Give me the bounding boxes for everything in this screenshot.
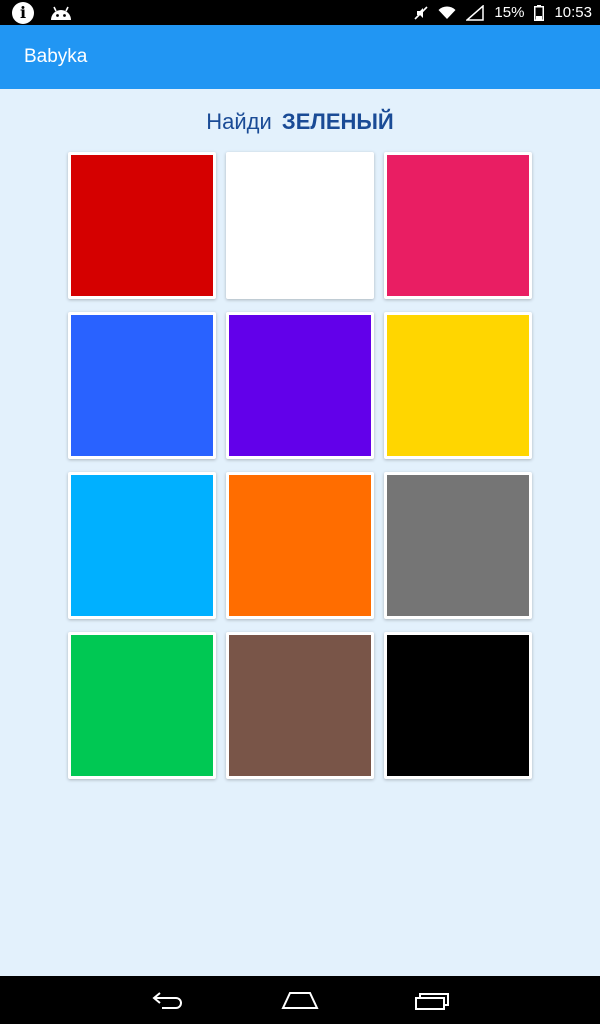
wifi-icon xyxy=(438,5,456,19)
recents-button[interactable] xyxy=(412,986,452,1014)
color-tile-pink[interactable] xyxy=(384,152,532,299)
color-swatch-grey xyxy=(387,475,529,616)
color-tile-grey[interactable] xyxy=(384,472,532,619)
recents-icon xyxy=(415,993,449,1010)
app-bar: Babyka xyxy=(0,25,600,89)
color-swatch-blue xyxy=(71,315,213,456)
color-swatch-orange xyxy=(229,475,371,616)
color-swatch-pink xyxy=(387,155,529,296)
back-button[interactable] xyxy=(148,986,188,1014)
prompt-lead: Найди xyxy=(206,109,272,134)
nav-bar xyxy=(0,976,600,1024)
color-tile-light-blue[interactable] xyxy=(68,472,216,619)
color-tile-yellow[interactable] xyxy=(384,312,532,459)
color-swatch-light-blue xyxy=(71,475,213,616)
color-swatch-violet xyxy=(229,315,371,456)
color-swatch-white xyxy=(229,155,371,296)
mute-icon xyxy=(414,5,428,20)
back-icon xyxy=(152,992,182,1009)
battery-percent: 15% xyxy=(494,4,525,21)
status-bar: i 15% 10:53 xyxy=(0,0,600,25)
signal-icon xyxy=(466,4,485,21)
color-tile-orange[interactable] xyxy=(226,472,374,619)
color-tile-brown[interactable] xyxy=(226,632,374,779)
color-tile-black[interactable] xyxy=(384,632,532,779)
color-swatch-brown xyxy=(229,635,371,776)
color-tile-blue[interactable] xyxy=(68,312,216,459)
app-title: Babyka xyxy=(24,46,88,67)
home-icon xyxy=(281,992,319,1009)
home-button[interactable] xyxy=(280,986,320,1014)
status-left: i xyxy=(12,1,74,24)
prompt-target-color: ЗЕЛЕНЫЙ xyxy=(281,109,394,134)
color-swatch-green xyxy=(71,635,213,776)
color-tile-green[interactable] xyxy=(68,632,216,779)
color-swatch-black xyxy=(387,635,529,776)
content: Найди ЗЕЛЕНЫЙ xyxy=(0,89,600,976)
color-swatch-yellow xyxy=(387,315,529,456)
color-tile-white[interactable] xyxy=(226,152,374,299)
clock: 10:53 xyxy=(554,4,592,21)
status-right: 15% 10:53 xyxy=(414,4,592,21)
prompt: Найди ЗЕЛЕНЫЙ xyxy=(0,109,600,135)
battery-icon xyxy=(534,4,545,21)
color-tile-violet[interactable] xyxy=(226,312,374,459)
color-grid xyxy=(68,152,532,779)
color-tile-red[interactable] xyxy=(68,152,216,299)
android-icon xyxy=(51,6,71,20)
color-swatch-red xyxy=(71,155,213,296)
info-icon: i xyxy=(12,1,34,24)
